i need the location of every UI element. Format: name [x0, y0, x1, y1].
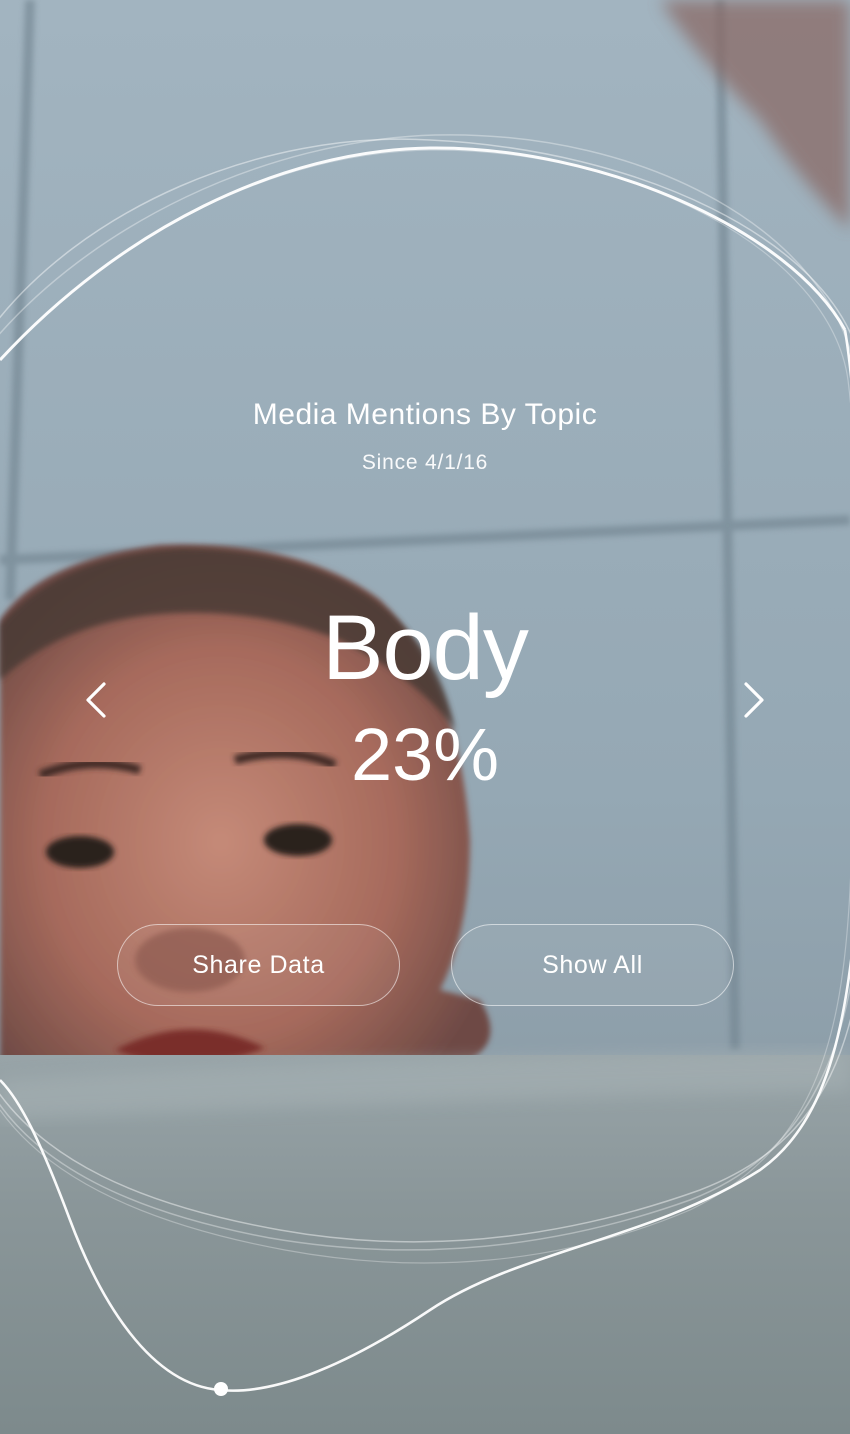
page-title: Media Mentions By Topic — [252, 398, 598, 431]
share-data-label: Share Data — [192, 950, 325, 979]
topic-percentage: 23% — [350, 713, 500, 796]
date-range-subtitle: Since 4/1/16 — [361, 451, 489, 474]
chevron-right-icon — [744, 682, 764, 718]
share-data-button[interactable]: Share Data — [117, 924, 400, 1006]
next-topic-button[interactable] — [733, 680, 773, 720]
show-all-button[interactable]: Show All — [451, 924, 734, 1006]
topic-name: Body — [322, 597, 529, 699]
show-all-label: Show All — [542, 950, 643, 979]
